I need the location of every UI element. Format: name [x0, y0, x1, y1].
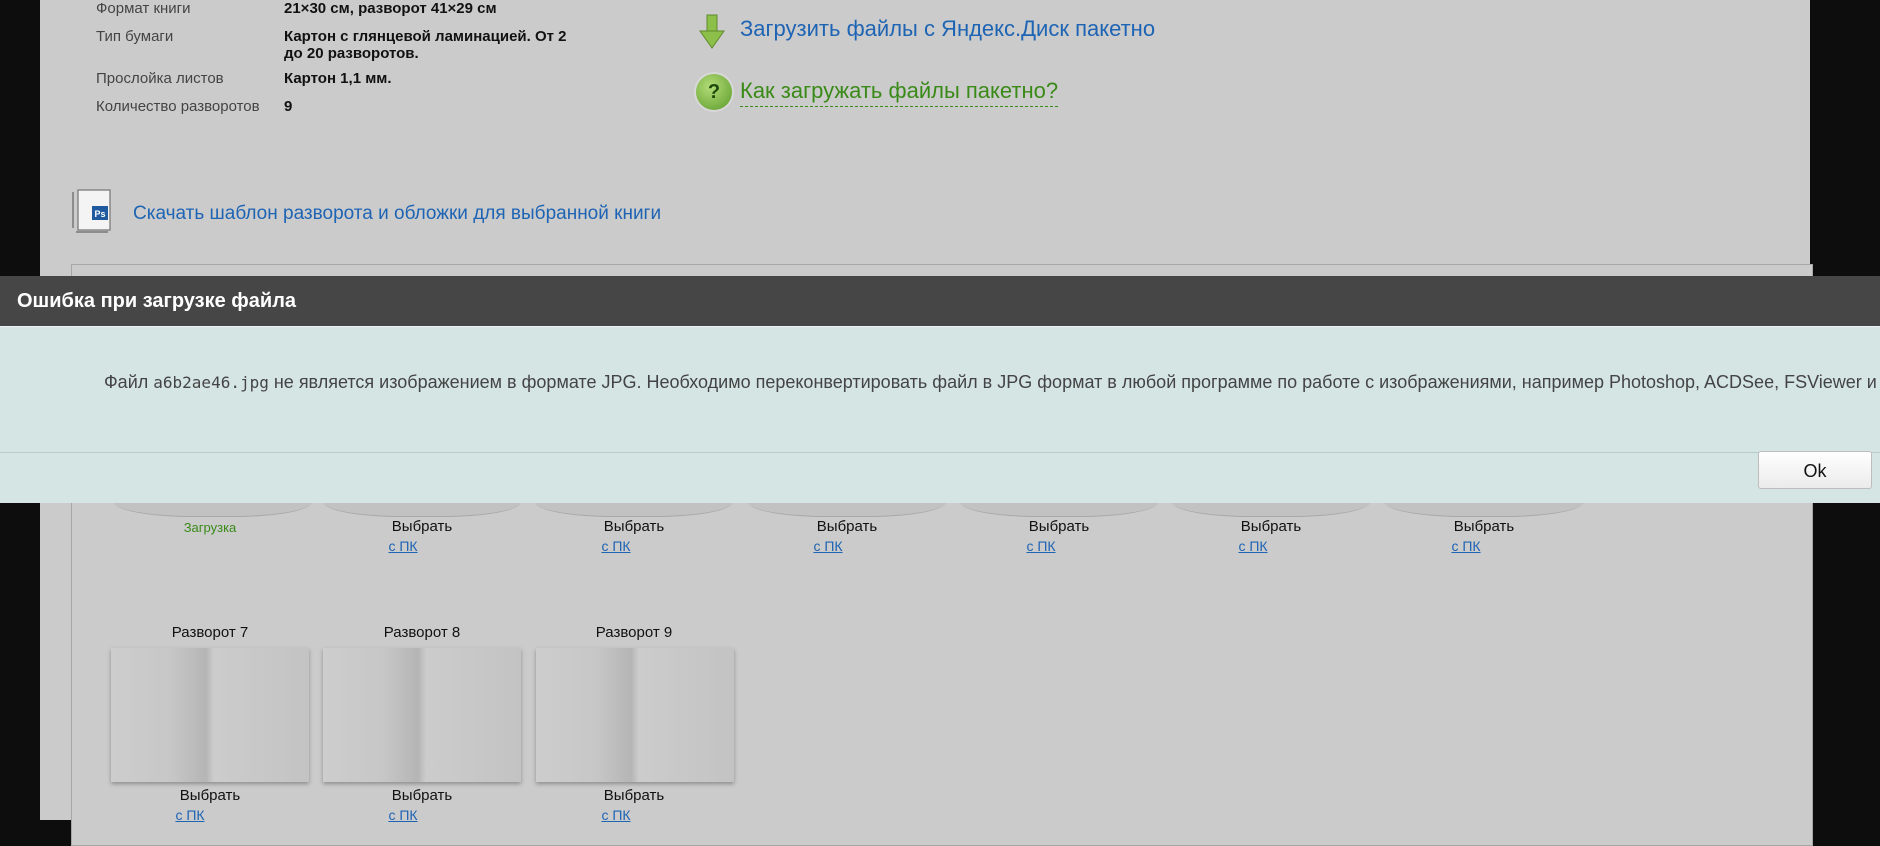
from-pc-link[interactable]: с ПК	[90, 807, 290, 823]
dialog-footer	[0, 452, 1880, 503]
spec-value-paper: Картон с глянцевой ламинацией. От 2 до 2…	[284, 28, 567, 62]
download-arrow-icon[interactable]	[698, 14, 726, 50]
spread-title: Разворот 9	[595, 624, 673, 641]
help-icon[interactable]: ?	[696, 74, 732, 110]
from-pc-link[interactable]: с ПК	[303, 807, 503, 823]
select-button[interactable]: Выбрать	[110, 787, 310, 804]
ok-button[interactable]: Ok	[1758, 451, 1872, 489]
spec-value-layer: Картон 1,1 мм.	[284, 70, 392, 87]
upload-yadisk-link[interactable]: Загрузить файлы с Яндекс.Диск пакетно	[740, 16, 1155, 42]
from-pc-link[interactable]: с ПК	[516, 807, 716, 823]
select-button[interactable]: Выбрать	[322, 787, 522, 804]
svg-text:Ps: Ps	[94, 209, 105, 219]
dialog-title: Ошибка при загрузке файла	[17, 290, 297, 312]
how-upload-link[interactable]: Как загружать файлы пакетно?	[740, 78, 1059, 107]
select-button[interactable]: Выбрать	[1171, 518, 1371, 535]
from-pc-link[interactable]: с ПК	[1366, 538, 1566, 554]
download-template-link[interactable]: Скачать шаблон разворота и обложки для в…	[133, 203, 661, 225]
spread-thumb[interactable]	[111, 648, 309, 782]
spec-label-layer: Прослойка листов	[96, 70, 224, 87]
from-pc-link[interactable]: с ПК	[728, 538, 928, 554]
spec-label-paper: Тип бумаги	[96, 28, 174, 45]
select-button[interactable]: Выбрать	[1384, 518, 1584, 535]
spec-value-count: 9	[284, 98, 293, 115]
select-button[interactable]: Выбрать	[959, 518, 1159, 535]
from-pc-link[interactable]: с ПК	[1153, 538, 1353, 554]
error-message: Файл a6b2ae46.jpg не является изображени…	[104, 372, 1880, 393]
select-button[interactable]: Выбрать	[534, 518, 734, 535]
spread-title: Разворот 8	[383, 624, 461, 641]
from-pc-link[interactable]: с ПК	[941, 538, 1141, 554]
spec-value-format: 21×30 см, разворот 41×29 см	[284, 0, 497, 17]
spread-title: Разворот 7	[171, 624, 249, 641]
from-pc-link[interactable]: с ПК	[303, 538, 503, 554]
filename: a6b2ae46.jpg	[153, 373, 269, 392]
photoshop-template-icon[interactable]: Ps	[70, 188, 114, 234]
select-button[interactable]: Выбрать	[534, 787, 734, 804]
select-button[interactable]: Выбрать	[747, 518, 947, 535]
select-button[interactable]: Выбрать	[322, 518, 522, 535]
message-suffix: не является изображением в формате JPG. …	[268, 372, 1880, 392]
spec-label-format: Формат книги	[96, 0, 191, 17]
spread-thumb[interactable]	[323, 648, 521, 782]
loading-label: Загрузка	[183, 520, 237, 535]
spread-thumb[interactable]	[536, 648, 734, 782]
dialog-header[interactable]: Ошибка при загрузке файла	[0, 276, 1880, 326]
error-dialog: Ошибка при загрузке файла Файл a6b2ae46.…	[0, 276, 1880, 503]
dialog-body: Файл a6b2ae46.jpg не является изображени…	[0, 326, 1880, 453]
from-pc-link[interactable]: с ПК	[516, 538, 716, 554]
message-prefix: Файл	[104, 372, 154, 392]
spec-label-count: Количество разворотов	[96, 98, 260, 115]
